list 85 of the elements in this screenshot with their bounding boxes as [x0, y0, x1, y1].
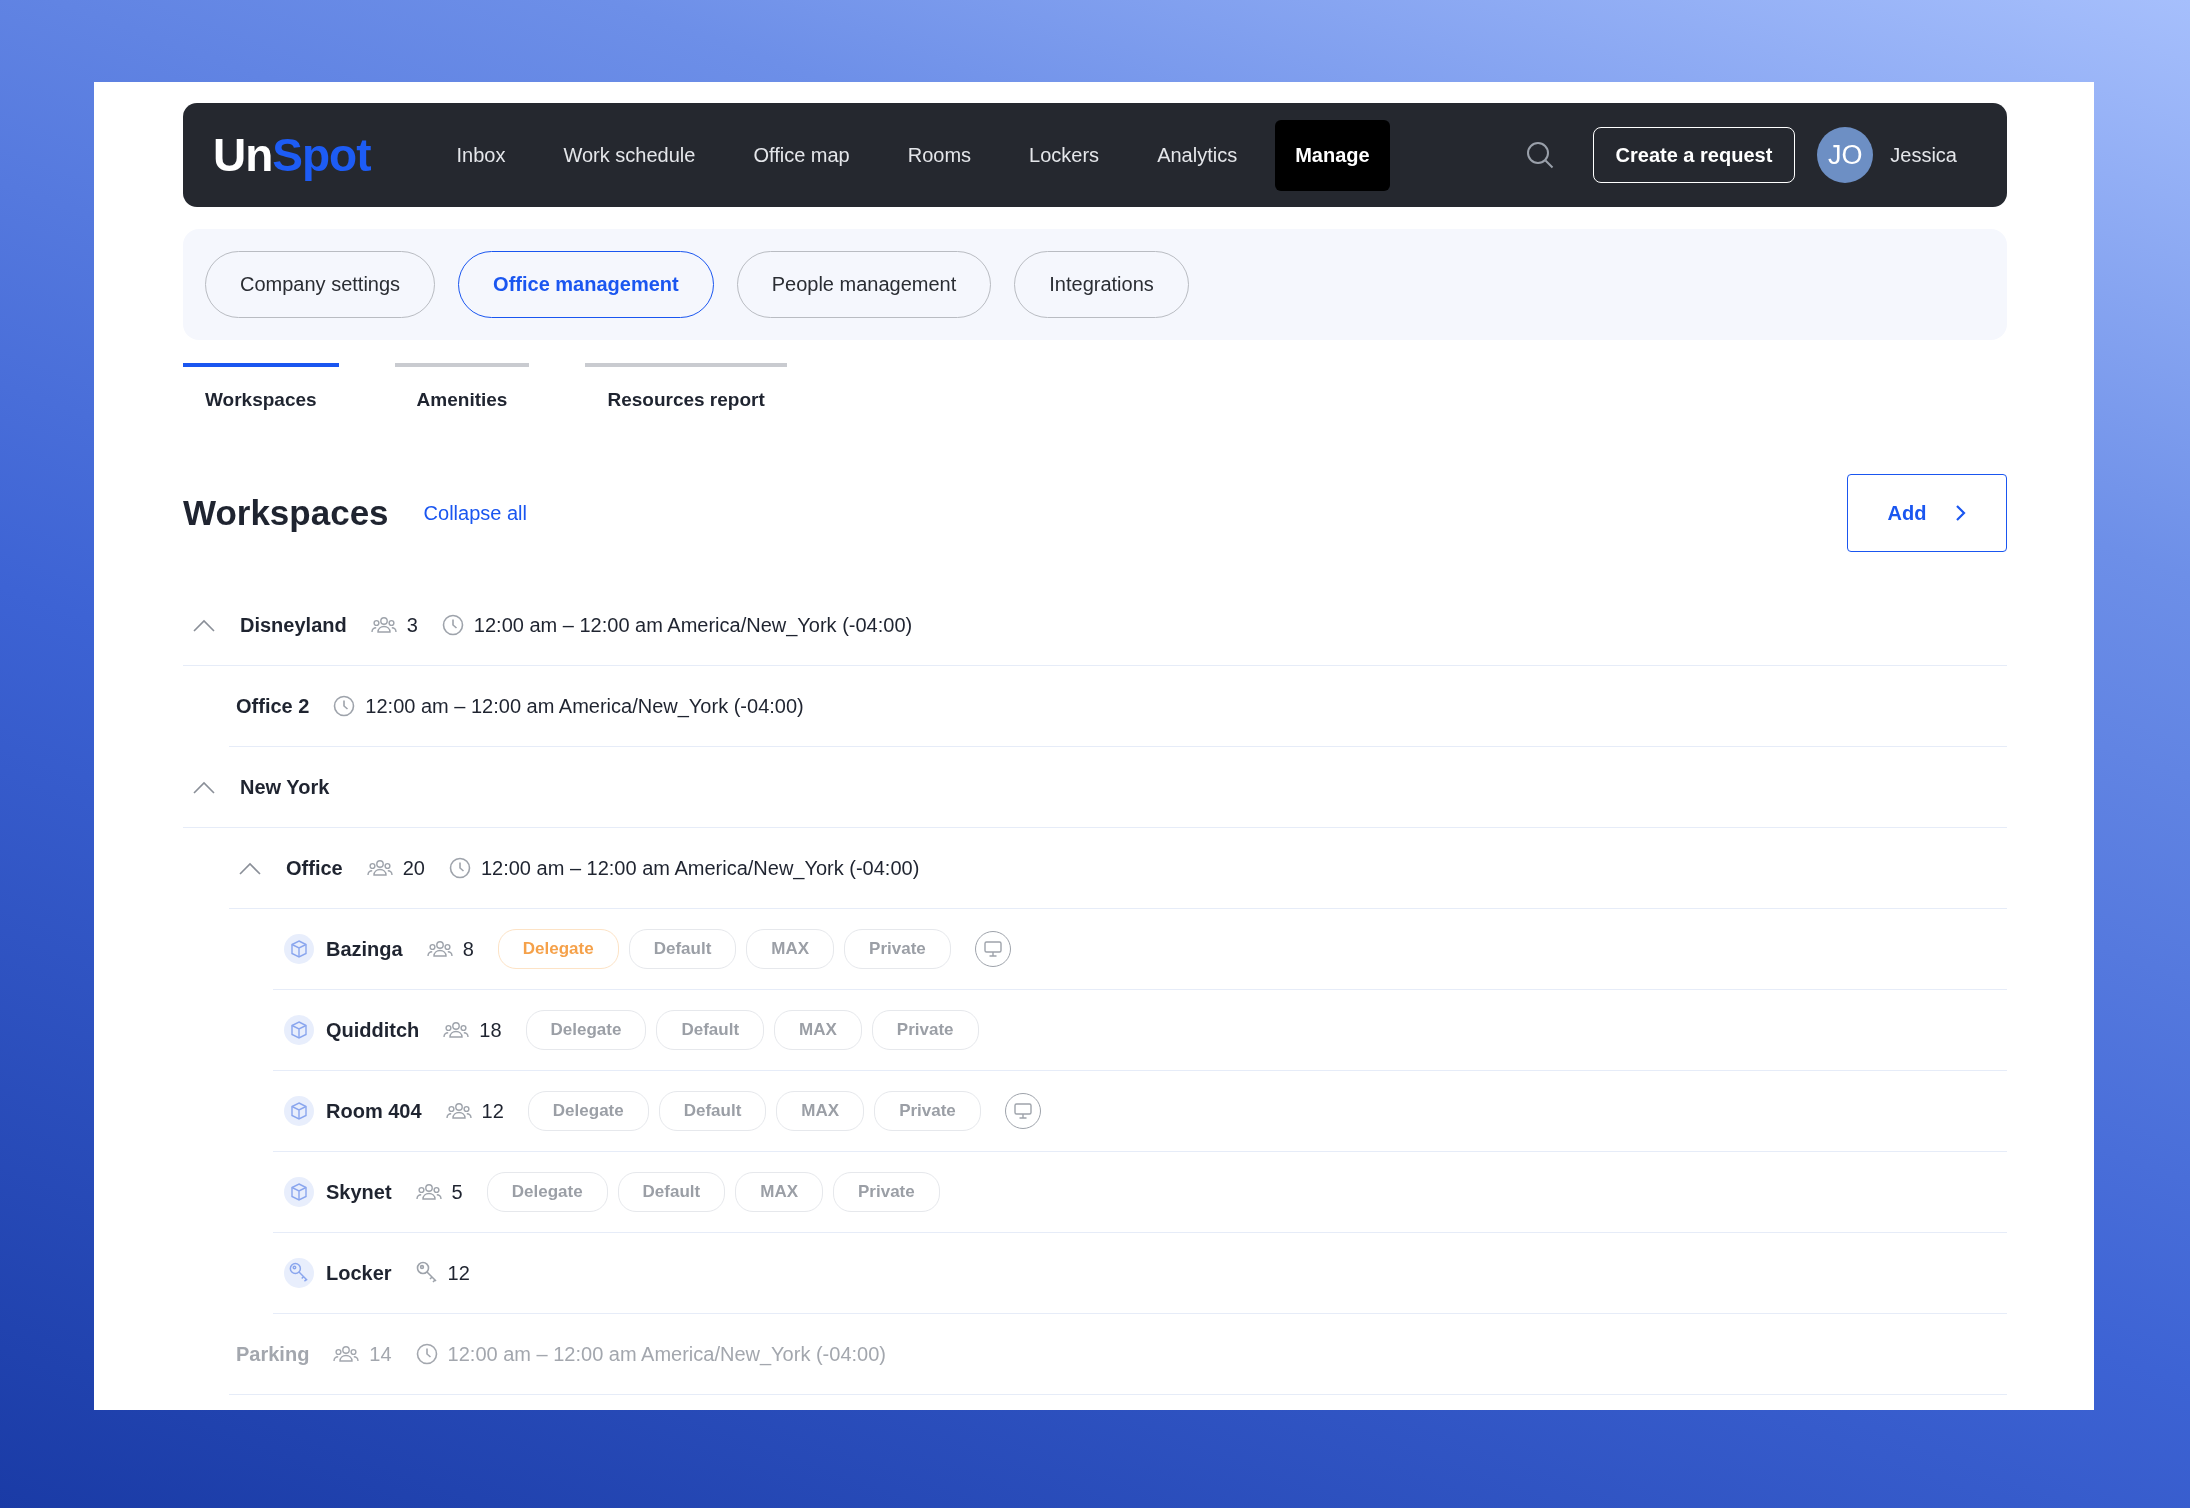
workspace-name: Skynet: [326, 1180, 392, 1204]
workspace-name: Office: [286, 856, 343, 880]
workspace-name: Locker: [326, 1261, 392, 1285]
locker-count: 12: [447, 1261, 470, 1285]
nav-link[interactable]: Lockers: [1009, 119, 1120, 191]
tree-row[interactable]: Office 20 12:00 am – 12:00 am America/New_York (-04:00): [229, 828, 2007, 909]
nav-link[interactable]: Office map: [733, 119, 870, 191]
cube-icon: [284, 1096, 314, 1126]
workspace-name: Disneyland: [240, 613, 347, 637]
people-icon: [445, 1101, 472, 1121]
capacity-count: 8: [462, 937, 474, 961]
clock-icon: [448, 857, 471, 879]
tree-row[interactable]: Bazinga 8 Delegate Default MAX Private: [273, 909, 2007, 990]
chevron-right-icon: [1954, 504, 1967, 522]
tag: Default: [656, 1010, 765, 1050]
tag: MAX: [776, 1091, 865, 1131]
tree-row[interactable]: Room 404 12 Delegate Default MAX Private: [273, 1071, 2007, 1152]
logo: UnSpot: [213, 128, 371, 182]
nav-link[interactable]: Rooms: [887, 119, 992, 191]
people-icon: [366, 858, 393, 878]
key-icon: [284, 1258, 314, 1288]
tree-row[interactable]: Skynet 5 Delegate Default MAX Private: [273, 1152, 2007, 1233]
tree-row[interactable]: Disneyland 3 12:00 am – 12:00 am America/New_York (-04:00): [183, 585, 2007, 666]
tab[interactable]: Workspaces: [183, 363, 339, 429]
page-heading: Workspaces: [183, 493, 389, 533]
workspace-name: Office 2: [236, 694, 310, 718]
tree-row[interactable]: Office 2 12:00 am – 12:00 am America/New_York (-04:00): [229, 666, 2007, 747]
nav-link[interactable]: Work schedule: [543, 119, 716, 191]
create-request-button[interactable]: Create a request: [1592, 127, 1796, 183]
chevron-icon[interactable]: [239, 861, 261, 875]
clock-icon: [333, 695, 356, 717]
capacity-count: 14: [369, 1342, 392, 1366]
clock-icon: [441, 614, 464, 636]
tag: Delegate: [497, 929, 619, 969]
tag: Private: [844, 929, 951, 969]
cube-icon: [284, 1177, 314, 1207]
user-name: Jessica: [1890, 143, 1957, 167]
capacity-count: 12: [481, 1099, 504, 1123]
workspace-name: Parking: [236, 1342, 310, 1366]
people-icon: [426, 939, 453, 959]
tree-row[interactable]: Locker 12: [273, 1233, 2007, 1314]
capacity-count: 18: [479, 1018, 502, 1042]
nav-link[interactable]: Analytics: [1137, 119, 1258, 191]
tab[interactable]: Amenities: [394, 363, 530, 429]
nav-link[interactable]: Manage: [1275, 119, 1390, 191]
workspace-name: Room 404: [326, 1099, 422, 1123]
workspace-name: Quidditch: [326, 1018, 420, 1042]
tab[interactable]: Resources report: [585, 363, 787, 429]
working-hours: 12:00 am – 12:00 am America/New_York (-04:00): [365, 694, 804, 718]
workspace-name: Bazinga: [326, 937, 403, 961]
working-hours: 12:00 am – 12:00 am America/New_York (-04:00): [480, 856, 920, 880]
tag: Delegate: [527, 1091, 649, 1131]
chevron-icon[interactable]: [193, 618, 215, 632]
tag: Delegate: [525, 1010, 647, 1050]
cube-icon: [284, 1015, 314, 1045]
tag: MAX: [735, 1172, 823, 1212]
capacity-count: 20: [402, 856, 425, 880]
people-icon: [415, 1182, 442, 1202]
tag: Delegate: [486, 1172, 608, 1212]
people-icon: [333, 1344, 360, 1364]
add-button[interactable]: Add: [1847, 474, 2007, 552]
tag: MAX: [774, 1010, 862, 1050]
tag: Private: [871, 1010, 979, 1050]
tree-row[interactable]: New York: [183, 747, 2007, 828]
capacity-count: 3: [406, 613, 418, 637]
workspace-name: New York: [240, 775, 330, 799]
tag: MAX: [746, 929, 835, 969]
cube-icon: [284, 934, 314, 964]
tree-row[interactable]: Quidditch 18 Delegate Default MAX Private: [273, 990, 2007, 1071]
people-icon: [443, 1020, 470, 1040]
collapse-all-link[interactable]: Collapse all: [423, 501, 527, 525]
search-icon[interactable]: [1524, 140, 1555, 170]
tag: Default: [617, 1172, 726, 1212]
capacity-count: 5: [451, 1180, 463, 1204]
people-icon: [370, 615, 397, 635]
tag: Default: [658, 1091, 767, 1131]
tag: Private: [833, 1172, 940, 1212]
working-hours: 12:00 am – 12:00 am America/New_York (-04:00): [473, 613, 913, 637]
working-hours: 12:00 am – 12:00 am America/New_York (-04:00): [447, 1342, 886, 1366]
tag: Private: [874, 1091, 981, 1131]
tag: Default: [628, 929, 737, 969]
clock-icon: [415, 1343, 438, 1365]
key-icon: [415, 1261, 438, 1285]
chevron-icon[interactable]: [193, 780, 215, 794]
nav-link[interactable]: Inbox: [436, 119, 526, 191]
